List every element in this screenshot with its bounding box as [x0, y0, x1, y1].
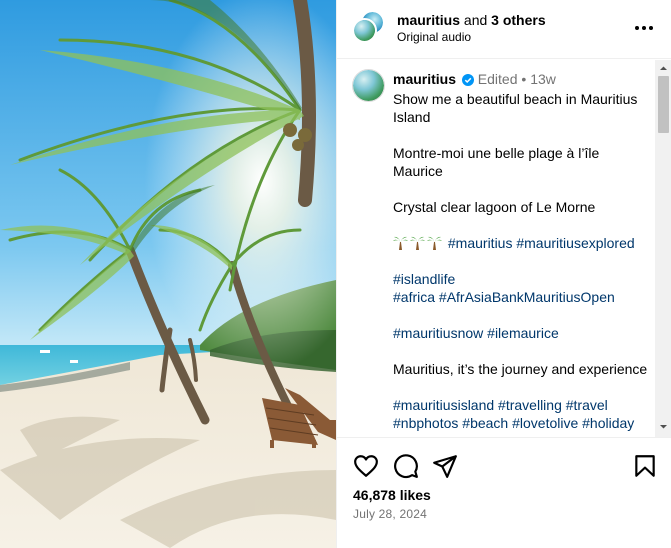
hashtag-link[interactable]: #mauritius #mauritiusexplored [448, 235, 635, 251]
post-side-panel: mauritius and 3 others Original audio ma… [336, 0, 671, 548]
caption-username[interactable]: mauritius [393, 71, 456, 87]
comments-section[interactable]: mauritius Edited • 13w Show me a beautif… [337, 60, 671, 437]
author-avatar[interactable] [352, 18, 377, 43]
palm-tree-emoji [393, 235, 408, 250]
hashtag-link[interactable]: #mauritiusnow #ilemaurice [393, 324, 649, 342]
hashtag-link[interactable]: #africa #AfrAsiaBankMauritiusOpen [393, 288, 649, 306]
heart-icon[interactable] [353, 453, 379, 479]
caption: mauritius Edited • 13w Show me a beautif… [393, 70, 649, 432]
send-icon[interactable] [432, 453, 458, 479]
post-image[interactable] [0, 0, 336, 548]
palm-tree-emoji [427, 235, 442, 250]
others-link[interactable]: 3 others [491, 12, 545, 28]
scroll-down-arrow-icon[interactable] [659, 422, 668, 431]
post-actions: 46,878 likes July 28, 2024 [337, 437, 671, 548]
edited-label: Edited [477, 71, 518, 87]
beach-photo [0, 0, 336, 548]
meta-separator: • [521, 71, 527, 87]
scroll-up-arrow-icon[interactable] [659, 64, 668, 73]
author-username[interactable]: mauritius [397, 12, 460, 28]
caption-avatar[interactable] [352, 69, 385, 102]
authors-conjunction: and [460, 12, 492, 28]
comment-icon[interactable] [393, 453, 419, 479]
hashtag-link[interactable]: #mauritiusisland #travelling #travel [393, 396, 649, 414]
comments-scrollbar[interactable] [655, 60, 671, 437]
palm-tree-emoji [410, 235, 425, 250]
caption-line: Mauritius, it’s the journey and experien… [393, 361, 648, 377]
verified-badge-icon [461, 72, 474, 90]
caption-header: mauritius Edited • 13w [393, 70, 649, 90]
post-date: July 28, 2024 [353, 507, 427, 521]
caption-line: #mauritius #mauritiusexplored [393, 234, 649, 252]
bookmark-icon[interactable] [632, 453, 658, 479]
caption-line: Crystal clear lagoon of Le Morne [393, 199, 596, 215]
post-authors: mauritius and 3 others [397, 12, 546, 29]
hashtag-link[interactable]: #islandlife [393, 270, 649, 288]
scrollbar-thumb[interactable] [658, 76, 669, 133]
hashtag-link[interactable]: #nbphotos #beach #lovetolive #holiday [393, 414, 649, 432]
caption-line: Show me a beautiful beach in Mauritius I… [393, 91, 638, 125]
more-options-icon[interactable] [633, 17, 655, 39]
post-header: mauritius and 3 others Original audio [337, 0, 671, 59]
caption-line: Montre-moi une belle plage à l’île Mauri… [393, 145, 600, 179]
audio-label[interactable]: Original audio [397, 30, 471, 45]
post-age[interactable]: 13w [530, 71, 556, 87]
instagram-post: mauritius and 3 others Original audio ma… [0, 0, 671, 548]
likes-count[interactable]: 46,878 likes [353, 487, 431, 503]
